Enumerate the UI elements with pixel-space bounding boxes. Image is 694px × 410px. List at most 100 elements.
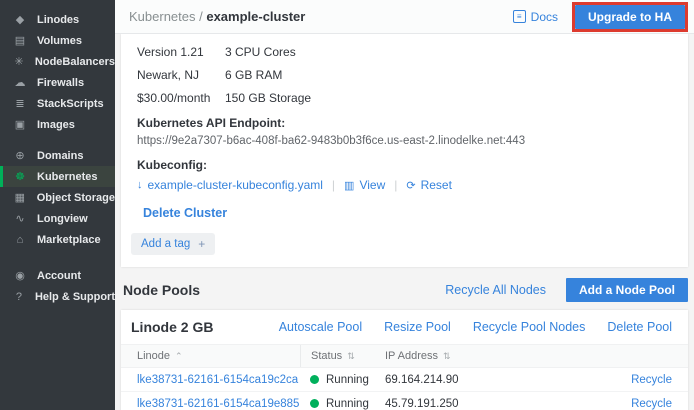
sidebar-item-label: StackScripts xyxy=(37,98,104,110)
sidebar-item-images[interactable]: ▣ Images xyxy=(0,114,115,135)
sidebar-item-label: Firewalls xyxy=(37,77,84,89)
breadcrumb-cluster-name: example-cluster xyxy=(206,9,305,24)
spec-ram: 6 GB RAM xyxy=(225,68,678,82)
sidebar-group-divider xyxy=(0,250,115,265)
api-endpoint-url: https://9e2a7307-b6ac-408f-ba62-9483b0b3… xyxy=(137,135,678,147)
sort-asc-icon: ⌃ xyxy=(175,351,183,362)
red-highlight-annotation: Upgrade to HA xyxy=(572,2,688,32)
column-header-ip[interactable]: IP Address ⇅ xyxy=(385,345,602,367)
node-table-row: lke38731-62161-6154ca19c2ca Running 69.1… xyxy=(121,368,688,392)
kubeconfig-label: Kubeconfig: xyxy=(137,158,678,172)
recycle-node-link[interactable]: Recycle xyxy=(631,374,672,386)
sidebar-item-label: Account xyxy=(37,270,81,282)
spec-cpu: 3 CPU Cores xyxy=(225,45,678,59)
spec-version: Version 1.21 xyxy=(137,45,225,59)
sidebar: ◆ Linodes ▤ Volumes ✳ NodeBalancers ☁ Fi… xyxy=(0,0,115,410)
spec-region: Newark, NJ xyxy=(137,68,225,82)
node-actions: Recycle xyxy=(602,398,672,410)
column-label: Linode xyxy=(137,350,170,362)
recycle-pool-nodes-link[interactable]: Recycle Pool Nodes xyxy=(473,320,586,334)
sidebar-item-linodes[interactable]: ◆ Linodes xyxy=(0,9,115,30)
sidebar-item-longview[interactable]: ∿ Longview xyxy=(0,208,115,229)
node-ip: 69.164.214.90 xyxy=(385,374,602,386)
reset-label: Reset xyxy=(421,178,452,192)
autoscale-pool-link[interactable]: Autoscale Pool xyxy=(279,320,362,334)
status-dot-icon xyxy=(310,399,319,408)
kubeconfig-download-link[interactable]: ↓ example-cluster-kubeconfig.yaml xyxy=(137,178,323,192)
docs-link[interactable]: ≡ Docs xyxy=(513,10,558,24)
kubeconfig-actions: ↓ example-cluster-kubeconfig.yaml | ▥ Vi… xyxy=(137,178,678,192)
sidebar-item-nodebalancers[interactable]: ✳ NodeBalancers xyxy=(0,51,115,72)
column-label: IP Address xyxy=(385,350,438,362)
resize-pool-link[interactable]: Resize Pool xyxy=(384,320,451,334)
kubeconfig-view-link[interactable]: ▥ View xyxy=(344,178,385,192)
cluster-summary-card: Version 1.21 3 CPU Cores Newark, NJ 6 GB… xyxy=(121,34,688,267)
status-label: Running xyxy=(326,398,369,410)
sidebar-item-account[interactable]: ◉ Account xyxy=(0,265,115,286)
breadcrumb-section[interactable]: Kubernetes xyxy=(129,9,196,24)
pool-name: Linode 2 GB xyxy=(131,319,213,335)
delete-pool-link[interactable]: Delete Pool xyxy=(607,320,672,334)
sidebar-item-kubernetes[interactable]: ☸ Kubernetes xyxy=(0,166,115,187)
kubeconfig-reset-link[interactable]: ⟳ Reset xyxy=(406,178,452,192)
download-icon: ↓ xyxy=(137,179,143,191)
upgrade-to-ha-button[interactable]: Upgrade to HA xyxy=(575,5,685,29)
longview-pulse-icon: ∿ xyxy=(13,212,27,225)
node-pools-header: Node Pools Recycle All Nodes Add a Node … xyxy=(121,274,688,310)
kubernetes-wheel-icon: ☸ xyxy=(13,170,27,183)
node-actions: Recycle xyxy=(602,374,672,386)
content-area: Version 1.21 3 CPU Cores Newark, NJ 6 GB… xyxy=(115,34,694,410)
view-label: View xyxy=(359,178,385,192)
recycle-node-link[interactable]: Recycle xyxy=(631,398,672,410)
column-label: Status xyxy=(311,350,342,362)
sidebar-item-domains[interactable]: ⊕ Domains xyxy=(0,145,115,166)
node-table-row: lke38731-62161-6154ca19e885 Running 45.7… xyxy=(121,392,688,410)
pool-actions: Autoscale Pool Resize Pool Recycle Pool … xyxy=(279,320,672,334)
page-header: Kubernetes / example-cluster ≡ Docs Upgr… xyxy=(115,0,694,34)
sidebar-item-label: Marketplace xyxy=(37,234,101,246)
sidebar-item-firewalls[interactable]: ☁ Firewalls xyxy=(0,72,115,93)
node-status: Running xyxy=(310,374,385,386)
stackscripts-icon: ≣ xyxy=(13,97,27,110)
sidebar-item-object-storage[interactable]: ▦ Object Storage xyxy=(0,187,115,208)
sort-icon: ⇅ xyxy=(347,351,355,362)
add-tag-button[interactable]: Add a tag + xyxy=(131,233,215,255)
sidebar-item-marketplace[interactable]: ⌂ Marketplace xyxy=(0,229,115,250)
column-header-linode[interactable]: Linode ⌃ xyxy=(137,345,310,367)
plus-icon: + xyxy=(198,237,205,251)
domains-globe-icon: ⊕ xyxy=(13,149,27,162)
docs-label: Docs xyxy=(531,10,558,24)
account-icon: ◉ xyxy=(13,269,27,282)
node-pools-title: Node Pools xyxy=(123,282,200,298)
recycle-all-nodes-link[interactable]: Recycle All Nodes xyxy=(445,283,546,297)
sort-icon: ⇅ xyxy=(443,351,451,362)
sidebar-item-help-support[interactable]: ? Help & Support xyxy=(0,286,115,307)
sidebar-item-label: Volumes xyxy=(37,35,82,47)
pool-header: Linode 2 GB Autoscale Pool Resize Pool R… xyxy=(121,310,688,344)
breadcrumb-separator: / xyxy=(196,9,207,24)
help-icon: ? xyxy=(13,291,25,303)
view-icon: ▥ xyxy=(344,179,354,192)
node-name-link[interactable]: lke38731-62161-6154ca19e885 xyxy=(137,398,310,410)
node-name-link[interactable]: lke38731-62161-6154ca19c2ca xyxy=(137,374,310,386)
sidebar-item-label: Kubernetes xyxy=(37,171,98,183)
marketplace-icon: ⌂ xyxy=(13,234,27,246)
sidebar-item-label: Images xyxy=(37,119,75,131)
object-storage-icon: ▦ xyxy=(13,191,27,204)
node-ip: 45.79.191.250 xyxy=(385,398,602,410)
node-status: Running xyxy=(310,398,385,410)
sidebar-item-label: NodeBalancers xyxy=(35,56,115,68)
spec-storage: 150 GB Storage xyxy=(225,91,678,105)
column-header-status[interactable]: Status ⇅ xyxy=(300,345,385,367)
sidebar-item-label: Help & Support xyxy=(35,291,115,303)
sidebar-item-stackscripts[interactable]: ≣ StackScripts xyxy=(0,93,115,114)
sidebar-item-volumes[interactable]: ▤ Volumes xyxy=(0,30,115,51)
table-header-row: Linode ⌃ Status ⇅ IP Address ⇅ xyxy=(121,344,688,368)
delete-cluster-link[interactable]: Delete Cluster xyxy=(143,206,227,220)
add-node-pool-button[interactable]: Add a Node Pool xyxy=(566,278,688,302)
reset-icon: ⟳ xyxy=(406,179,415,192)
sidebar-item-label: Object Storage xyxy=(37,192,115,204)
status-label: Running xyxy=(326,374,369,386)
breadcrumb: Kubernetes / example-cluster xyxy=(129,9,305,24)
volumes-icon: ▤ xyxy=(13,34,27,47)
